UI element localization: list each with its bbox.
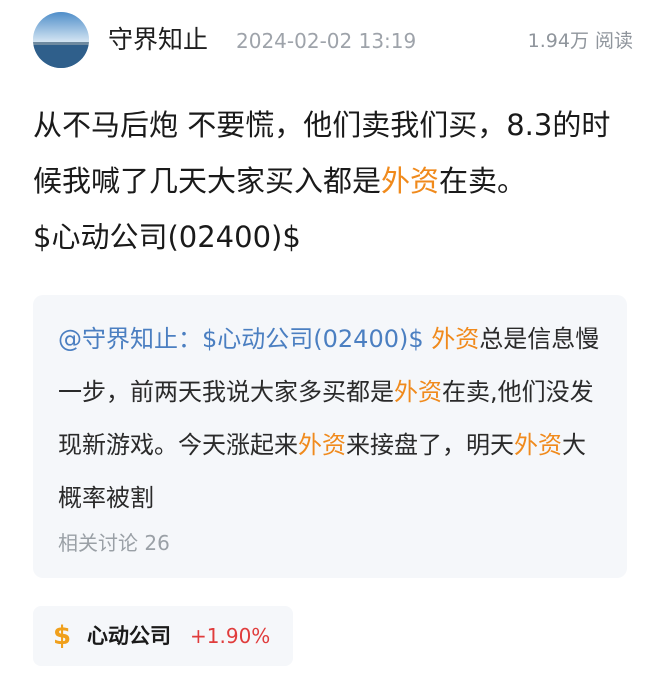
stock-card[interactable]: $ 心动公司 +1.90%	[33, 606, 293, 666]
stock-tag-link[interactable]: $心动公司(02400)$	[33, 220, 301, 254]
post-header: 守界知止 2024-02-02 13:19 1.94万 阅读	[33, 12, 633, 68]
keyword-link[interactable]: 外资	[514, 431, 562, 459]
keyword-link[interactable]: 外资	[431, 325, 479, 353]
quoted-text: @守界知止：$心动公司(02400)$ 外资总是信息慢一步，前两天我说大家多买都…	[58, 313, 608, 525]
dollar-icon: $	[53, 621, 72, 651]
related-discussions-link[interactable]: 相关讨论 26	[58, 529, 170, 557]
stock-name: 心动公司	[87, 624, 171, 648]
quoted-post[interactable]: @守界知止：$心动公司(02400)$ 外资总是信息慢一步，前两天我说大家多买都…	[33, 295, 627, 578]
stock-change: +1.90%	[190, 624, 271, 648]
keyword-link[interactable]: 外资	[298, 431, 346, 459]
avatar[interactable]	[33, 12, 89, 68]
mention-link[interactable]: @守界知止：$心动公司(02400)$	[58, 325, 424, 353]
post-text: 在卖。	[439, 164, 527, 198]
post-timestamp: 2024-02-02 13:19	[236, 29, 417, 53]
view-count: 1.94万 阅读	[527, 30, 633, 52]
author-name[interactable]: 守界知止	[108, 24, 208, 56]
keyword-link[interactable]: 外资	[394, 378, 442, 406]
quote-segment: 来接盘了，明天	[346, 431, 514, 459]
keyword-link[interactable]: 外资	[381, 164, 439, 198]
post-body: 从不马后炮 不要慌，他们卖我们买，8.3的时候我喊了几天大家买入都是外资在卖。 $…	[33, 97, 633, 265]
